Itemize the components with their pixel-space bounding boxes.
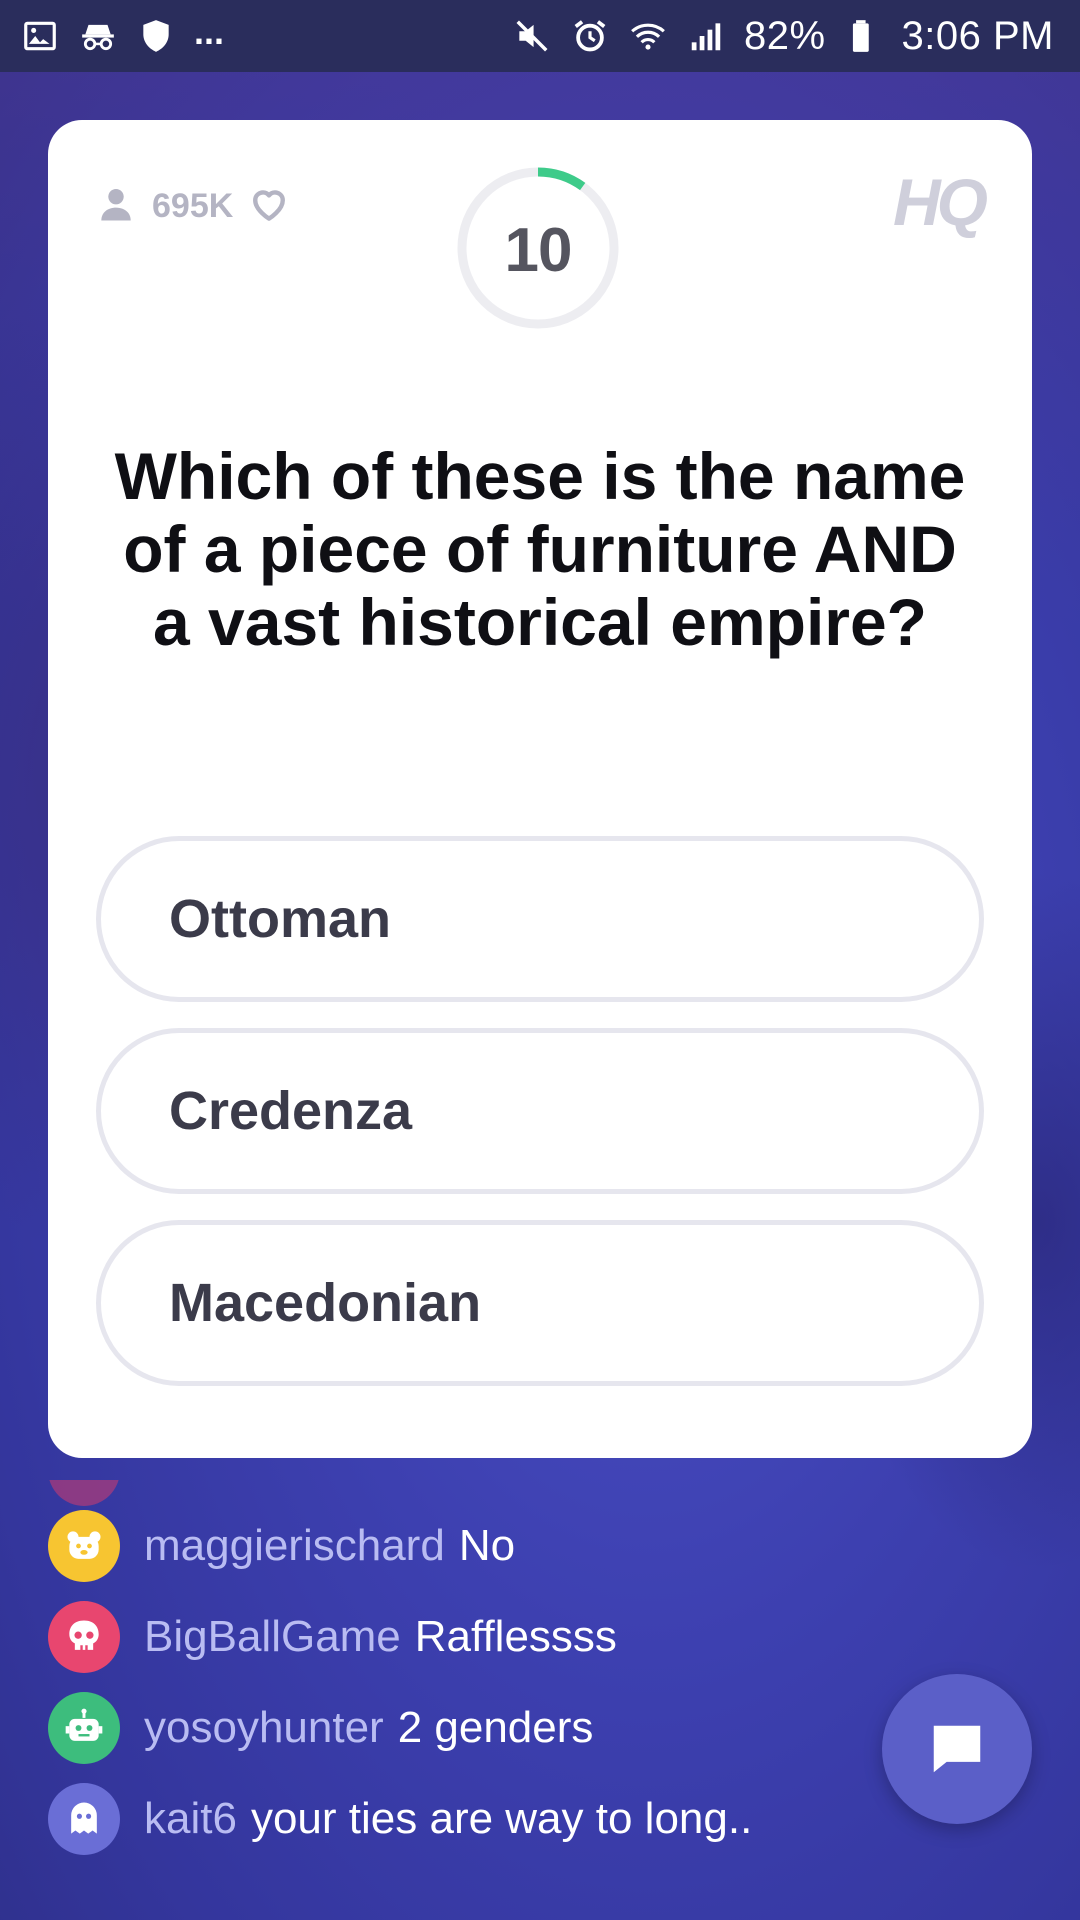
robot-icon — [65, 1708, 103, 1741]
incognito-icon — [78, 16, 118, 56]
avatar — [48, 1691, 120, 1764]
hq-logo: HQ — [893, 165, 988, 239]
shield-icon — [136, 16, 176, 56]
clock: 3:06 PM — [901, 13, 1054, 58]
question-text: Which of these is the name of a piece of… — [114, 439, 966, 659]
viewer-count-value: 695K — [152, 187, 234, 225]
avatar — [48, 1782, 120, 1855]
gallery-icon — [20, 16, 60, 56]
chat-message: yosoyhunter 2 genders — [48, 1682, 948, 1773]
chat-message: BigBallGame Rafflessss — [48, 1591, 948, 1682]
heart-icon[interactable] — [247, 182, 291, 231]
question-card: 695K 10 HQ Which of these is the name of… — [48, 120, 1032, 1458]
bear-icon — [67, 1530, 101, 1559]
status-bar: ... 82% 3:06 PM — [0, 0, 1080, 72]
status-right: 82% 3:06 PM — [512, 14, 1054, 59]
chat-username: BigBallGame — [144, 1611, 401, 1661]
skull-icon — [69, 1620, 99, 1651]
countdown-timer: 10 — [456, 166, 620, 330]
mute-icon — [512, 16, 552, 56]
battery-percent: 82% — [743, 13, 826, 58]
answer-option-1[interactable]: Ottoman — [96, 836, 984, 1002]
alarm-icon — [570, 16, 610, 56]
chat-feed: maggierischard No BigBallGame Rafflessss… — [48, 1500, 948, 1864]
chat-message: maggierischard No — [48, 1500, 948, 1591]
status-left: ... — [20, 11, 224, 56]
signal-icon — [686, 16, 726, 56]
chat-message: kait6 your ties are way to long.. — [48, 1773, 948, 1864]
viewer-count: 695K — [94, 182, 291, 231]
battery-icon — [844, 16, 884, 56]
chat-username: yosoyhunter — [144, 1702, 384, 1752]
answer-list: Ottoman Credenza Macedonian — [96, 836, 984, 1412]
status-overflow: ... — [194, 11, 225, 52]
ghost-icon — [71, 1802, 97, 1834]
chat-username: kait6 — [144, 1793, 237, 1843]
chat-text: No — [458, 1520, 516, 1570]
chat-bubble-icon — [933, 1725, 981, 1773]
chat-text: 2 genders — [397, 1702, 594, 1752]
wifi-icon — [628, 16, 668, 56]
chat-text: your ties are way to long.. — [250, 1793, 753, 1843]
timer-value: 10 — [504, 215, 573, 285]
chat-toggle-button[interactable] — [882, 1674, 1032, 1824]
chat-username: maggierischard — [144, 1520, 445, 1570]
answer-option-2[interactable]: Credenza — [96, 1028, 984, 1194]
person-icon — [94, 182, 138, 231]
avatar — [48, 1509, 120, 1582]
avatar — [48, 1600, 120, 1673]
answer-option-3[interactable]: Macedonian — [96, 1220, 984, 1386]
chat-text: Rafflessss — [414, 1611, 617, 1661]
